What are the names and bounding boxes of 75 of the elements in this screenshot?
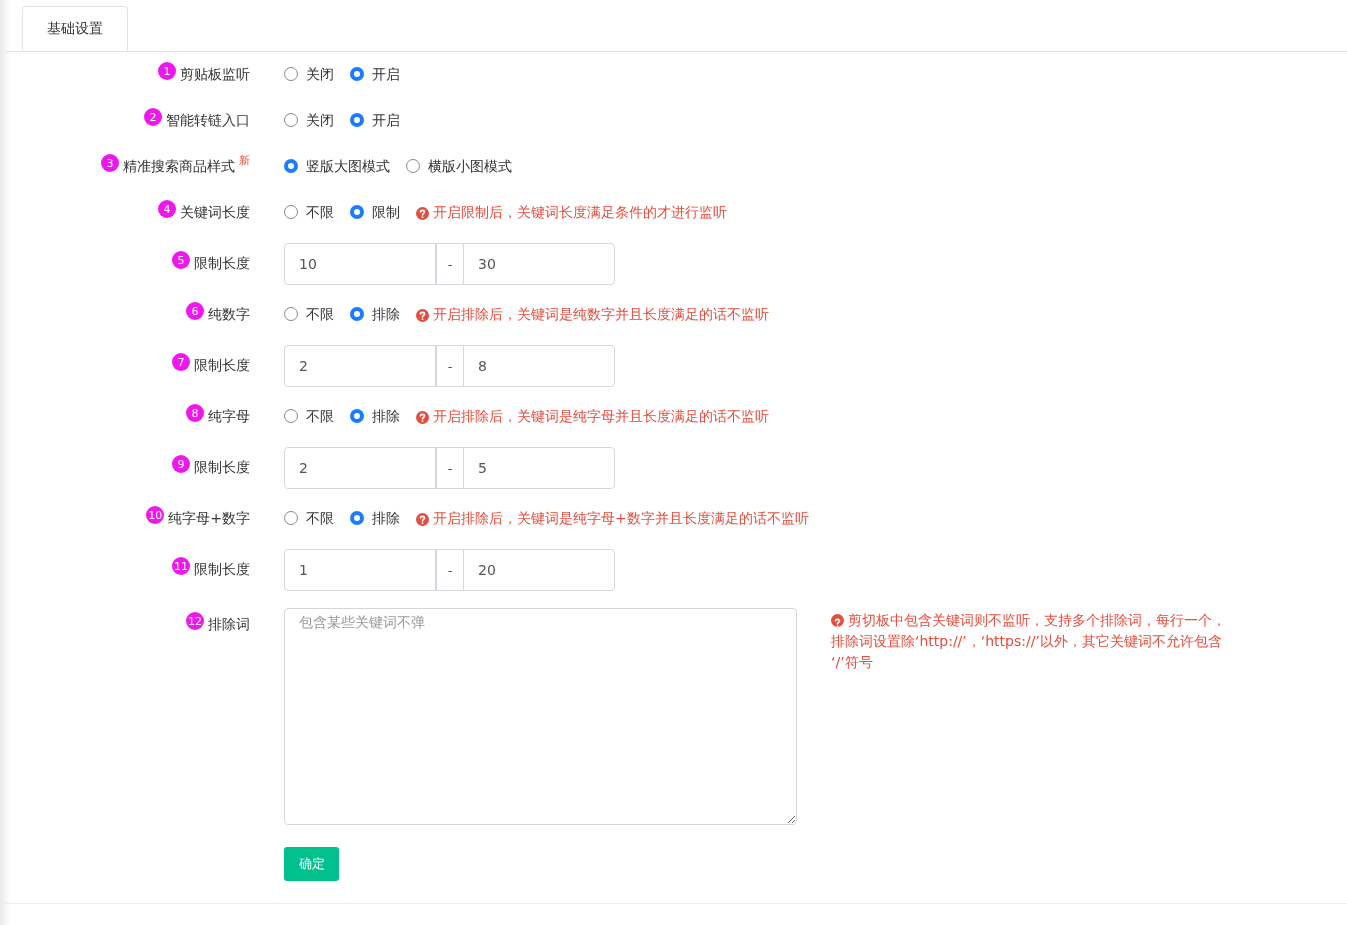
radio-button[interactable] bbox=[284, 408, 298, 423]
number-badge: 8 bbox=[186, 404, 204, 422]
max-length-input[interactable]: 8 bbox=[463, 345, 615, 387]
radio-option[interactable]: 不限 bbox=[284, 408, 334, 426]
radio-option[interactable]: 关闭 bbox=[284, 66, 334, 84]
radio-button[interactable] bbox=[284, 510, 298, 525]
help-icon bbox=[416, 410, 429, 424]
help-icon bbox=[416, 206, 429, 220]
field-label: 纯字母 bbox=[208, 408, 250, 426]
radio-button[interactable] bbox=[350, 306, 364, 321]
new-tag: 新 bbox=[239, 152, 250, 168]
number-badge: 2 bbox=[144, 108, 162, 126]
min-length-input[interactable]: 10 bbox=[284, 243, 436, 285]
number-badge: 9 bbox=[172, 455, 190, 473]
radio-option[interactable]: 限制 bbox=[350, 204, 400, 222]
radio-button[interactable] bbox=[350, 204, 364, 219]
radio-option[interactable]: 竖版大图模式 bbox=[284, 158, 390, 176]
radio-button[interactable] bbox=[350, 66, 364, 81]
settings-tab[interactable]: 基础设置 bbox=[22, 6, 128, 51]
radio-button[interactable] bbox=[284, 158, 298, 173]
help-text: 开启限制后，关键词长度满足条件的才进行监听 bbox=[433, 204, 727, 222]
number-badge: 12 bbox=[186, 612, 204, 630]
min-length-input[interactable]: 1 bbox=[284, 549, 436, 591]
number-badge: 10 bbox=[146, 506, 165, 524]
radio-option[interactable]: 排除 bbox=[350, 408, 400, 426]
help-text: 开启排除后，关键词是纯数字并且长度满足的话不监听 bbox=[433, 306, 769, 324]
number-badge: 6 bbox=[186, 302, 204, 320]
radio-option[interactable]: 不限 bbox=[284, 204, 334, 222]
number-badge: 3 bbox=[101, 154, 119, 172]
radio-option[interactable]: 不限 bbox=[284, 510, 334, 528]
radio-button[interactable] bbox=[284, 112, 298, 127]
radio-button[interactable] bbox=[284, 66, 298, 81]
max-length-input[interactable]: 5 bbox=[463, 447, 615, 489]
field-label: 限制长度 bbox=[194, 357, 250, 375]
field-label: 限制长度 bbox=[194, 255, 250, 273]
field-label: 纯字母+数字 bbox=[168, 510, 250, 528]
help-text: 剪切板中包含关键词则不监听，支持多个排除词，每行一个， bbox=[848, 611, 1226, 630]
radio-button[interactable] bbox=[406, 158, 420, 173]
radio-button[interactable] bbox=[284, 306, 298, 321]
field-label: 纯数字 bbox=[208, 306, 250, 324]
radio-option[interactable]: 不限 bbox=[284, 306, 334, 324]
number-badge: 1 bbox=[158, 62, 176, 80]
radio-button[interactable] bbox=[350, 112, 364, 127]
radio-option[interactable]: 横版小图模式 bbox=[406, 158, 512, 176]
min-length-input[interactable]: 2 bbox=[284, 447, 436, 489]
number-badge: 5 bbox=[172, 251, 190, 269]
max-length-input[interactable]: 20 bbox=[463, 549, 615, 591]
field-label: 关键词长度 bbox=[180, 204, 250, 222]
number-badge: 4 bbox=[158, 200, 176, 218]
radio-button[interactable] bbox=[284, 204, 298, 219]
radio-option[interactable]: 开启 bbox=[350, 66, 400, 84]
field-label: 限制长度 bbox=[194, 459, 250, 477]
help-icon bbox=[416, 308, 429, 322]
number-badge: 7 bbox=[172, 353, 190, 371]
exclude-words-field[interactable]: 包含某些关键词不弹 bbox=[284, 608, 797, 825]
help-icon bbox=[831, 614, 844, 627]
radio-button[interactable] bbox=[350, 510, 364, 525]
radio-option[interactable]: 排除 bbox=[350, 306, 400, 324]
min-length-input[interactable]: 2 bbox=[284, 345, 436, 387]
help-text: ‘/’符号 bbox=[831, 653, 873, 672]
max-length-input[interactable]: 30 bbox=[463, 243, 615, 285]
number-badge: 11 bbox=[172, 557, 190, 575]
radio-option[interactable]: 排除 bbox=[350, 510, 400, 528]
help-text: 开启排除后，关键词是纯字母并且长度满足的话不监听 bbox=[433, 408, 769, 426]
help-text: 开启排除后，关键词是纯字母+数字并且长度满足的话不监听 bbox=[433, 510, 809, 528]
radio-button[interactable] bbox=[350, 408, 364, 423]
field-label: 剪贴板监听 bbox=[180, 66, 250, 84]
help-icon bbox=[416, 512, 429, 526]
field-label: 排除词 bbox=[208, 616, 250, 634]
radio-option[interactable]: 关闭 bbox=[284, 112, 334, 130]
field-label: 限制长度 bbox=[194, 561, 250, 579]
help-text: 排除词设置除‘http://’，‘https://’以外，其它关键词不允许包含 bbox=[831, 632, 1222, 651]
radio-option[interactable]: 开启 bbox=[350, 112, 400, 130]
field-label: 智能转链入口 bbox=[166, 112, 250, 130]
field-label: 精准搜索商品样式 bbox=[123, 158, 235, 176]
